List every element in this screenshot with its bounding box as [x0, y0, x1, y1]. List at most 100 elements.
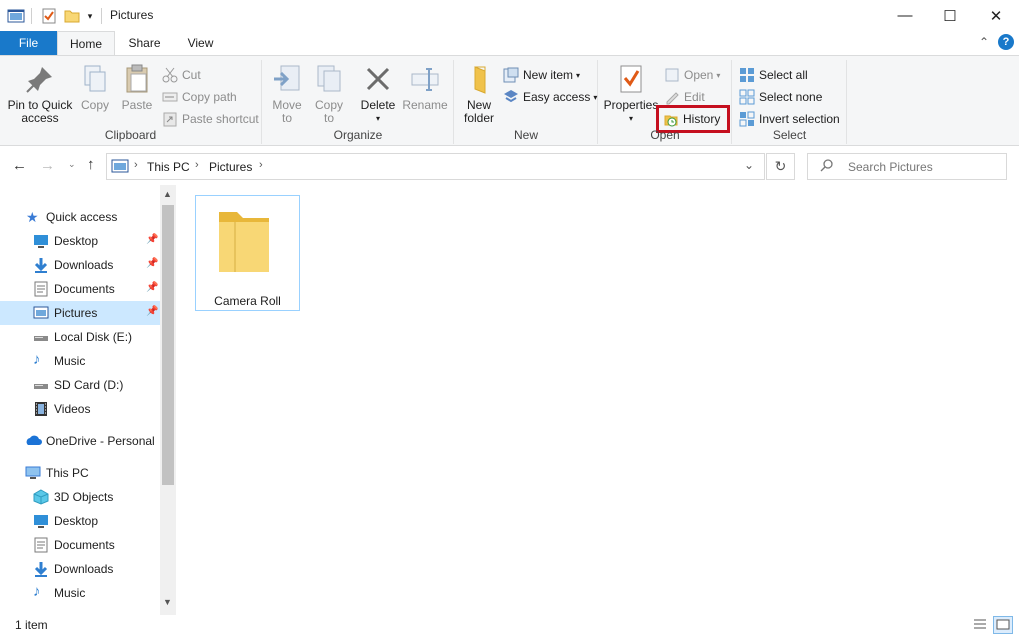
nav-quick-access[interactable]: ★ Quick access — [0, 205, 160, 229]
new-item-dropdown-icon: ▾ — [576, 70, 581, 80]
new-group: New folder New item ▾ Easy access ▾ New — [455, 60, 598, 144]
breadcrumb-chevron-icon[interactable]: › — [259, 159, 263, 171]
music-icon: ♪ — [33, 583, 41, 600]
new-item-button[interactable]: New item ▾ — [503, 65, 580, 85]
videos-icon — [33, 401, 49, 417]
nav-this-pc[interactable]: This PC — [0, 461, 160, 485]
up-arrow-icon[interactable]: ↑ — [87, 156, 95, 173]
cut-button[interactable]: Cut — [162, 65, 201, 85]
tab-home[interactable]: Home — [57, 31, 115, 56]
move-to-button[interactable]: Move to — [269, 63, 305, 125]
open-button[interactable]: Open ▾ — [664, 65, 720, 85]
downloads-icon — [33, 257, 49, 273]
paste-shortcut-button[interactable]: Paste shortcut — [162, 109, 259, 129]
folder-item[interactable]: Camera Roll — [195, 195, 300, 311]
nav-videos[interactable]: Videos — [0, 397, 160, 421]
select-none-button[interactable]: Select none — [739, 87, 822, 107]
address-bar[interactable]: › This PC › Pictures › ⌄ — [106, 153, 765, 180]
edit-button[interactable]: Edit — [664, 87, 705, 107]
search-box[interactable]: Search Pictures — [807, 153, 1007, 180]
nav-onedrive[interactable]: OneDrive - Personal — [0, 429, 160, 453]
nav-local-disk-e[interactable]: Local Disk (E:) — [0, 325, 160, 349]
star-icon: ★ — [26, 209, 39, 225]
copy-button[interactable]: Copy — [78, 63, 112, 112]
recent-locations-icon[interactable]: ⌄ — [68, 159, 76, 170]
window-title: Pictures — [110, 8, 154, 22]
nav-pc-desktop[interactable]: Desktop — [0, 509, 160, 533]
copy-to-button[interactable]: Copy to — [311, 63, 347, 125]
nav-music[interactable]: ♪ Music — [0, 349, 160, 373]
breadcrumb-chevron-icon[interactable]: › — [195, 159, 199, 171]
customize-qat-icon[interactable]: ▾ — [84, 7, 96, 25]
copy-to-label-2: to — [323, 111, 334, 125]
tab-file[interactable]: File — [0, 31, 57, 55]
pin-icon — [24, 63, 56, 95]
forward-arrow-icon[interactable]: → — [40, 157, 55, 174]
easy-access-icon — [503, 89, 519, 105]
refresh-button[interactable]: ↻ — [766, 153, 795, 180]
delete-x-icon — [362, 63, 394, 95]
nav-documents[interactable]: Documents 📌 — [0, 277, 160, 301]
breadcrumb-pictures[interactable]: Pictures — [209, 160, 252, 174]
help-icon[interactable]: ? — [998, 34, 1014, 50]
minimize-button[interactable]: — — [882, 0, 928, 31]
properties-quick-icon[interactable] — [40, 7, 58, 25]
paste-button[interactable]: Paste — [118, 63, 156, 112]
delete-button[interactable]: Delete ▾ — [359, 63, 397, 125]
breadcrumb-this-pc[interactable]: This PC — [147, 160, 190, 174]
nav-pc-documents[interactable]: Documents — [0, 533, 160, 557]
scroll-down-icon[interactable]: ▼ — [163, 597, 172, 607]
nav-label: Pictures — [54, 306, 98, 320]
copy-path-button[interactable]: Copy path — [162, 87, 237, 107]
move-to-label-2: to — [281, 111, 292, 125]
open-dropdown-icon: ▾ — [716, 70, 721, 80]
nav-pc-downloads[interactable]: Downloads — [0, 557, 160, 581]
scrollbar-thumb[interactable] — [162, 205, 174, 485]
rename-button[interactable]: Rename — [402, 63, 448, 112]
history-icon — [663, 111, 679, 127]
new-folder-button[interactable]: New folder — [459, 63, 499, 125]
new-folder-quick-icon[interactable] — [63, 7, 81, 25]
nav-label: Downloads — [54, 258, 114, 272]
minimize-icon: — — [897, 7, 913, 24]
copy-label: Copy — [80, 98, 109, 112]
nav-scrollbar[interactable]: ▲ ▼ — [160, 185, 176, 615]
window-icon[interactable] — [6, 7, 26, 25]
tab-view[interactable]: View — [174, 31, 227, 55]
details-view-icon[interactable] — [972, 617, 988, 636]
breadcrumb-chevron-icon[interactable]: › — [134, 159, 138, 171]
new-folder-label-2: folder — [463, 111, 495, 125]
pin-quick-access-button[interactable]: Pin to Quick access — [6, 63, 74, 125]
search-input[interactable]: Search Pictures — [848, 160, 933, 174]
close-icon: ✕ — [989, 7, 1003, 25]
new-item-icon — [503, 67, 519, 83]
large-icons-view-icon[interactable] — [993, 616, 1013, 634]
pinned-icon: 📌 — [146, 306, 159, 317]
back-arrow-icon[interactable]: ← — [12, 157, 27, 174]
tab-share[interactable]: Share — [118, 31, 171, 55]
nav-downloads[interactable]: Downloads 📌 — [0, 253, 160, 277]
music-icon: ♪ — [33, 351, 41, 368]
scroll-up-icon[interactable]: ▲ — [163, 189, 172, 199]
organize-group: Move to Copy to Delete ▾ Rename Organize — [263, 60, 454, 144]
easy-access-button[interactable]: Easy access ▾ — [503, 87, 597, 107]
nav-3d-objects[interactable]: 3D Objects — [0, 485, 160, 509]
invert-selection-button[interactable]: Invert selection — [739, 109, 840, 129]
nav-pc-music[interactable]: ♪ Music — [0, 581, 160, 605]
maximize-button[interactable]: ☐ — [927, 0, 973, 31]
nav-desktop[interactable]: Desktop 📌 — [0, 229, 160, 253]
select-none-icon — [739, 89, 755, 105]
nav-pictures-selected[interactable]: Pictures 📌 — [0, 301, 160, 325]
address-dropdown-icon[interactable]: ⌄ — [744, 158, 754, 172]
navigation-pane: ★ Quick access Desktop 📌 Downloads 📌 Doc… — [0, 185, 176, 615]
open-group-label: Open — [650, 128, 680, 142]
select-all-button[interactable]: Select all — [739, 65, 808, 85]
nav-sd-card-d[interactable]: SD Card (D:) — [0, 373, 160, 397]
nav-label: Music — [54, 354, 86, 368]
close-button[interactable]: ✕ — [973, 0, 1019, 31]
open-group: Properties ▾ Open ▾ Edit History Open — [599, 60, 732, 144]
drive-icon — [33, 329, 49, 345]
computer-icon — [25, 465, 41, 481]
collapse-ribbon-icon[interactable]: ⌃ — [979, 35, 989, 49]
properties-button[interactable]: Properties ▾ — [603, 63, 659, 125]
